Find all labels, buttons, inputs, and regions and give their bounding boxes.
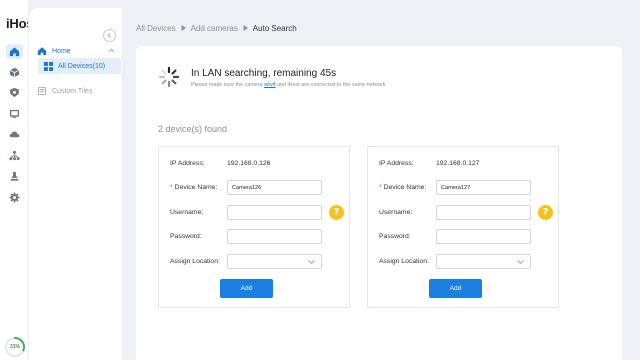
tile-icon [38, 87, 46, 95]
chevron-down-icon [517, 260, 524, 264]
main-panel: In LAN searching, remaining 45s Please m… [136, 46, 622, 360]
location-select[interactable] [227, 254, 322, 269]
username-input[interactable] [227, 205, 322, 220]
breadcrumb-auto-search: Auto Search [252, 23, 297, 33]
sidebar-item-label: Custom Tiles [52, 87, 93, 95]
device-name-input[interactable] [436, 180, 531, 195]
monitor-icon[interactable] [8, 107, 21, 120]
breadcrumb-all-devices[interactable]: All Devices [136, 24, 176, 33]
home-icon [37, 47, 47, 56]
sidebar-item-label: Home [52, 47, 71, 55]
breadcrumb-add-cameras[interactable]: Add cameras [191, 24, 238, 33]
caret-right-icon [181, 25, 186, 31]
username-label: Username: [379, 209, 413, 216]
chevron-up-icon[interactable] [108, 48, 115, 53]
network-icon[interactable] [8, 149, 21, 162]
devices-found-count: 2 device(s) found [158, 124, 228, 134]
location-select[interactable] [436, 254, 531, 269]
shield-icon[interactable] [8, 86, 21, 99]
onvif-link[interactable]: onvif [264, 82, 275, 88]
caret-right-icon [243, 25, 248, 31]
device-card: IP Address: 192.168.0.127 * Device Name: … [367, 146, 559, 308]
device-name-label: * Device Name: [379, 180, 426, 195]
password-input[interactable] [227, 229, 322, 244]
username-input[interactable] [436, 205, 531, 220]
flask-icon[interactable] [8, 170, 21, 183]
device-name-input[interactable] [227, 180, 322, 195]
icon-rail: iHost 31% [0, 0, 38, 360]
chevron-down-icon [308, 260, 315, 264]
password-label: Password: [379, 233, 411, 240]
device-name-label-text: Device Name: [174, 184, 218, 191]
add-button[interactable]: Add [429, 279, 482, 298]
collapse-sidebar-button[interactable] [103, 29, 116, 42]
search-hint: Please make sure the camera onvif and iH… [191, 82, 385, 88]
add-button[interactable]: Add [220, 279, 273, 298]
search-hint-text: and iHost are connected to the same netw… [275, 82, 386, 88]
breadcrumb: All Devices Add cameras Auto Search [136, 22, 297, 34]
assign-location-label: Assign Location: [379, 258, 429, 265]
cube-icon[interactable] [8, 66, 21, 79]
home-icon[interactable] [6, 44, 23, 59]
sidebar-item-custom-tiles[interactable]: Custom Tiles [38, 85, 92, 97]
password-input[interactable] [436, 229, 531, 244]
help-icon[interactable]: ? [329, 205, 344, 220]
gear-icon[interactable] [8, 191, 21, 204]
ip-label: IP Address: [170, 160, 205, 167]
required-mark: * [379, 184, 382, 191]
loading-spinner-icon [158, 66, 180, 88]
ip-value: 192.168.0.127 [436, 160, 480, 167]
ip-value: 192.168.0.126 [227, 160, 271, 167]
username-label: Username: [170, 209, 204, 216]
help-icon[interactable]: ? [538, 205, 553, 220]
chevron-left-icon [107, 33, 111, 38]
search-hint-text: Please make sure the camera [191, 82, 265, 88]
device-name-label: * Device Name: [170, 180, 217, 195]
ip-label: IP Address: [379, 160, 414, 167]
required-mark: * [170, 184, 173, 191]
cloud-icon[interactable] [8, 128, 21, 141]
sidebar-item-home[interactable]: Home [37, 45, 117, 57]
search-status-title: In LAN searching, remaining 45s [191, 68, 337, 79]
sidebar-item-all-devices[interactable]: All Devices(10) [38, 58, 121, 74]
password-label: Password: [170, 233, 202, 240]
sidebar: Home All Devices(10) Custom Tiles [28, 8, 122, 360]
device-card: IP Address: 192.168.0.126 * Device Name: … [158, 146, 350, 308]
usage-percent: 31% [9, 344, 20, 350]
sidebar-item-label: All Devices(10) [58, 62, 106, 70]
grid-icon [44, 61, 53, 71]
device-name-label-text: Device Name: [383, 184, 427, 191]
assign-location-label: Assign Location: [170, 258, 220, 265]
